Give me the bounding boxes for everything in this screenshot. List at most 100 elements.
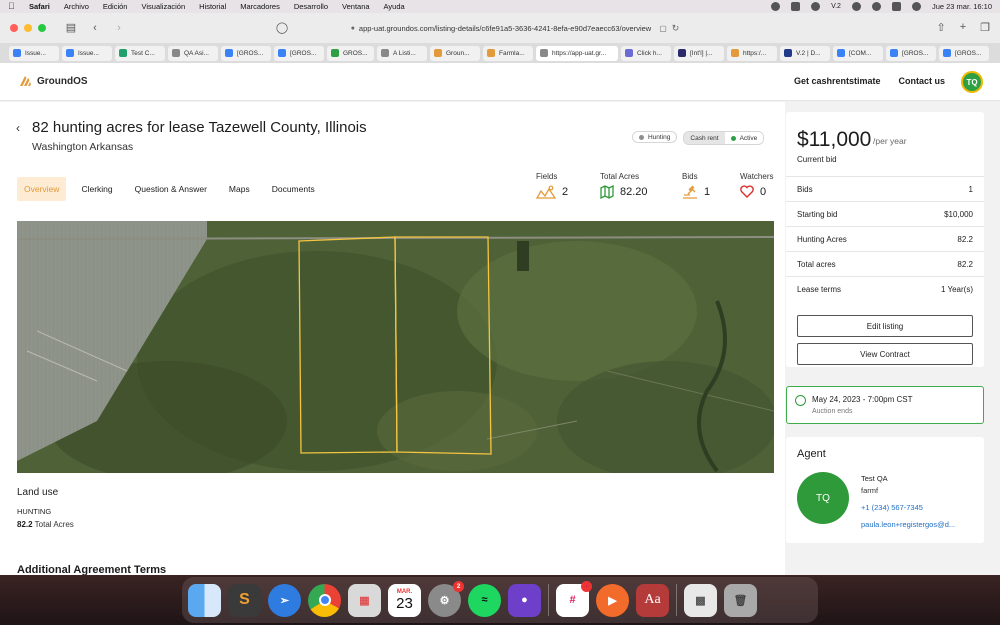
tab-overview-icon[interactable]: ❐ <box>980 21 990 34</box>
browser-tab[interactable]: Farmla... <box>483 45 533 61</box>
browser-tab[interactable]: https:/... <box>727 45 777 61</box>
browser-tab[interactable]: Groun... <box>430 45 480 61</box>
bid-row: Starting bid $10,000 <box>786 201 984 226</box>
browser-tab[interactable]: QA Asi... <box>168 45 218 61</box>
screenrecorder-icon[interactable]: ▶ <box>596 583 629 617</box>
launchpad-icon[interactable]: ▦ <box>348 583 381 617</box>
active-dot-icon <box>730 135 736 141</box>
battery-icon[interactable] <box>791 2 801 11</box>
bluetooth-icon[interactable] <box>811 2 821 11</box>
address-bar[interactable]: ● app-uat.groundos.com/listing-details/c… <box>325 19 705 37</box>
tab-question-answer[interactable]: Question & Answer <box>128 177 214 201</box>
view-contract-button[interactable]: View Contract <box>797 343 973 365</box>
chrome-icon[interactable] <box>308 583 341 617</box>
tab-label: A Listi... <box>393 49 416 57</box>
tab-maps[interactable]: Maps <box>222 177 257 201</box>
lock-icon: ● <box>350 24 355 32</box>
new-tab-icon[interactable]: + <box>960 21 966 34</box>
siri-icon[interactable] <box>911 2 921 11</box>
menu-app-name[interactable]: Safari <box>29 2 50 11</box>
dictionary-icon[interactable]: Aa <box>636 583 669 617</box>
browser-tab[interactable]: A Listi... <box>377 45 427 61</box>
finder-icon[interactable] <box>188 583 221 617</box>
browser-tab[interactable]: [GROS... <box>939 45 989 61</box>
browser-tab[interactable]: Issue... <box>62 45 112 61</box>
search-icon[interactable] <box>871 2 881 11</box>
menu-desarrollo[interactable]: Desarrollo <box>294 2 328 11</box>
brand-logo[interactable]: GroundOS <box>18 74 88 88</box>
translate-icon[interactable]: ▢ <box>659 24 667 33</box>
preview-icon[interactable]: ▩ <box>684 583 717 617</box>
back-arrow-icon[interactable]: ‹ <box>16 121 20 135</box>
safari-icon[interactable]: ➢ <box>268 583 301 617</box>
browser-tab[interactable]: [GROS... <box>274 45 324 61</box>
nav-contact-us[interactable]: Contact us <box>898 76 945 86</box>
zoom-window-icon[interactable] <box>38 24 46 32</box>
browser-tab[interactable]: [Int'l] |... <box>674 45 724 61</box>
settings-icon[interactable]: ⚙ 2 <box>428 580 464 617</box>
stat-label: Bids <box>682 172 698 181</box>
sublime-icon[interactable]: S <box>228 583 261 617</box>
control-center-icon[interactable] <box>891 2 901 11</box>
chip-cash-rent: Cash rent <box>684 132 725 144</box>
trash-icon[interactable]: 🗑 <box>724 583 757 617</box>
apple-menu-icon[interactable]:  <box>8 2 17 11</box>
user-avatar[interactable]: TQ <box>961 71 983 93</box>
menu-marcadores[interactable]: Marcadores <box>240 2 280 11</box>
bid-card: $11,000 /per year Current bid Bids 1 Star… <box>786 112 984 367</box>
screen-record-icon[interactable] <box>771 2 781 11</box>
browser-tab-bar: Issue... Issue... Test C... QA Asi... [GROS.… <box>0 43 1000 63</box>
menu-archivo[interactable]: Archivo <box>64 2 89 11</box>
heart-icon[interactable] <box>740 185 754 198</box>
chip-label: Hunting <box>648 133 671 141</box>
chip-label: Cash rent <box>690 134 719 142</box>
stat-label: Fields <box>536 172 558 181</box>
nav-cashrentstimate[interactable]: Get cashrentstimate <box>794 76 881 86</box>
tab-label: V.2 | D... <box>796 49 821 57</box>
toolbar-actions: ⇧ + ❐ <box>936 21 990 34</box>
tab-documents[interactable]: Documents <box>265 177 322 201</box>
slack-icon[interactable]: # • <box>556 580 592 617</box>
wifi-icon[interactable] <box>851 2 861 11</box>
tab-label: Test C... <box>131 49 155 57</box>
reload-icon[interactable]: ↻ <box>672 23 680 34</box>
share-icon[interactable]: ⇧ <box>936 21 945 34</box>
tab-overview[interactable]: Overview <box>17 177 67 201</box>
sidebar-toggle-icon[interactable]: ▤ <box>64 21 78 35</box>
back-nav-icon[interactable]: ‹ <box>88 21 102 35</box>
agent-email-link[interactable]: paula.leon+registergos@d... <box>861 520 973 529</box>
spotify-icon[interactable]: ≈ <box>468 583 501 617</box>
menu-edicion[interactable]: Edición <box>103 2 128 11</box>
github-icon[interactable]: ● <box>508 583 541 617</box>
browser-tab[interactable]: [GROS... <box>886 45 936 61</box>
satellite-map[interactable] <box>17 221 774 473</box>
menu-ayuda[interactable]: Ayuda <box>384 2 405 11</box>
browser-tab[interactable]: [COM... <box>833 45 883 61</box>
browser-tab[interactable]: Test C... <box>115 45 165 61</box>
menu-historial[interactable]: Historial <box>199 2 226 11</box>
browser-tab[interactable]: Click h... <box>621 45 671 61</box>
browser-tab[interactable]: V.2 | D... <box>780 45 830 61</box>
privacy-shield-icon[interactable]: ◯ <box>275 21 289 35</box>
agent-phone-link[interactable]: +1 (234) 567-7345 <box>861 503 923 512</box>
browser-tab[interactable]: [GROS... <box>221 45 271 61</box>
menu-clock[interactable]: Jue 23 mar. 16:10 <box>932 2 992 11</box>
browser-tab[interactable]: https://app-uat.gr... <box>536 45 618 61</box>
status-label[interactable]: V.2 <box>831 3 841 10</box>
forward-nav-icon[interactable]: › <box>112 21 126 35</box>
close-window-icon[interactable] <box>10 24 18 32</box>
listing-chips: Hunting Cash rent Active <box>632 131 765 145</box>
menu-visualizacion[interactable]: Visualización <box>141 2 185 11</box>
browser-tab[interactable]: GROS... <box>327 45 374 61</box>
tab-clerking[interactable]: Clerking <box>74 177 119 201</box>
auction-end-card: May 24, 2023 - 7:00pm CST Auction ends <box>786 386 984 424</box>
calendar-icon[interactable]: MAR. 23 <box>388 583 421 617</box>
stat-value: 2 <box>562 186 569 198</box>
tab-label: Issue... <box>25 49 46 57</box>
menu-ventana[interactable]: Ventana <box>342 2 370 11</box>
row-value: 1 <box>968 184 973 194</box>
browser-tab[interactable]: Issue... <box>9 45 59 61</box>
window-controls <box>10 24 46 32</box>
edit-listing-button[interactable]: Edit listing <box>797 315 973 337</box>
minimize-window-icon[interactable] <box>24 24 32 32</box>
